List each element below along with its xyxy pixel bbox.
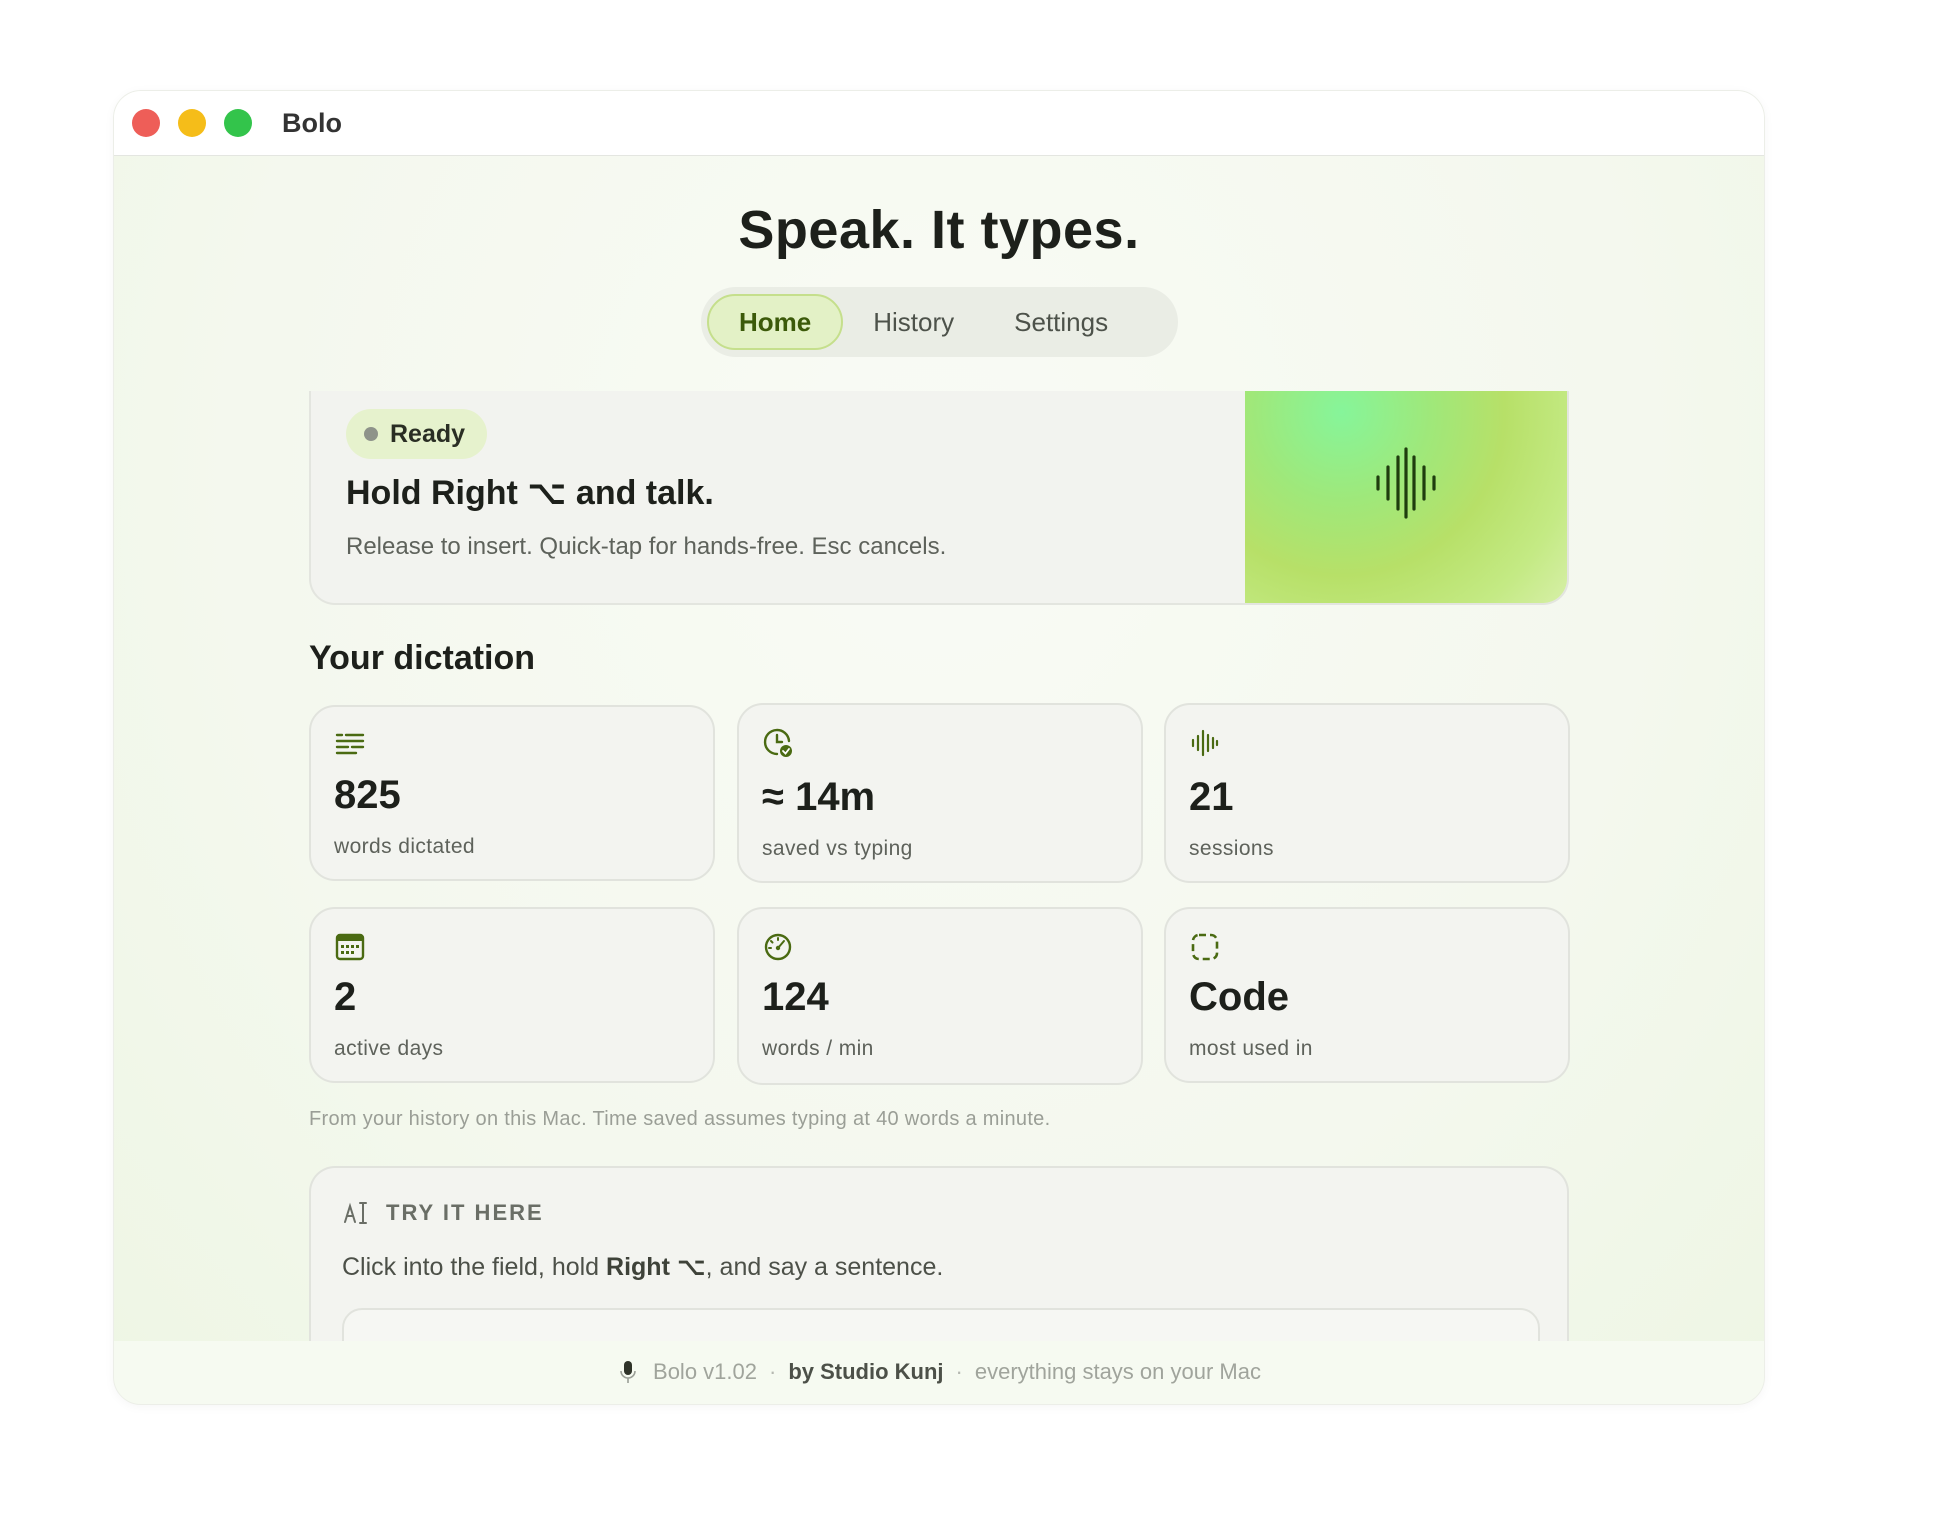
clock-check-icon xyxy=(763,728,792,757)
waveform-panel xyxy=(1245,391,1567,603)
status-badge: Ready xyxy=(346,409,488,459)
window-title: Bolo xyxy=(282,107,342,138)
stat-label: sessions xyxy=(1189,837,1274,860)
app-window: Bolo Speak. It types. Home History Setti… xyxy=(113,90,1765,1405)
speedometer-icon xyxy=(764,933,792,961)
tab-home[interactable]: Home xyxy=(707,294,844,350)
calendar-icon xyxy=(335,933,365,961)
footer-version: Bolo v1.02 xyxy=(653,1359,757,1384)
tab-history[interactable]: History xyxy=(843,294,984,350)
stat-card-words: 825 words dictated xyxy=(309,705,715,881)
stat-label: words / min xyxy=(762,1037,874,1060)
stat-value: 124 xyxy=(762,975,829,1019)
tab-bar: Home History Settings xyxy=(701,287,1178,357)
close-window-button[interactable] xyxy=(132,109,160,137)
footer-note: everything stays on your Mac xyxy=(974,1359,1261,1384)
stat-card-most-used: Code most used in xyxy=(1164,907,1570,1083)
stat-value: ≈ 14m xyxy=(762,775,876,819)
minimize-window-button[interactable] xyxy=(178,109,206,137)
section-title-dictation: Your dictation xyxy=(309,639,536,677)
stat-card-time-saved: ≈ 14m saved vs typing xyxy=(737,703,1143,883)
stat-value: 2 xyxy=(334,975,357,1019)
status-subtitle: Release to insert. Quick-tap for hands-f… xyxy=(346,533,947,560)
footer-by[interactable]: by Studio Kunj xyxy=(788,1359,943,1385)
stat-label: words dictated xyxy=(334,835,476,858)
try-it-header: TRY IT HERE xyxy=(344,1200,544,1226)
footer: Bolo v1.02 · by Studio Kunj · everything… xyxy=(114,1359,1764,1385)
try-it-instructions: Click into the field, hold Right ⌥, and … xyxy=(342,1253,944,1281)
stat-label: active days xyxy=(334,1037,444,1060)
dashed-square-icon xyxy=(1191,933,1219,961)
microphone-icon xyxy=(620,1361,636,1383)
page-title: Speak. It types. xyxy=(738,200,1140,260)
stat-value: 825 xyxy=(334,773,401,817)
stat-label: saved vs typing xyxy=(762,837,913,860)
text-lines-icon xyxy=(335,733,365,755)
footer-separator: · xyxy=(955,1359,963,1384)
footer-separator: · xyxy=(768,1359,777,1384)
zoom-window-button[interactable] xyxy=(224,109,252,137)
stat-value: Code xyxy=(1189,975,1289,1019)
status-card: Ready Hold Right ⌥ and talk. Release to … xyxy=(309,391,1569,605)
stats-footnote: From your history on this Mac. Time save… xyxy=(309,1108,1051,1130)
title-bar: Bolo xyxy=(114,91,1764,156)
stat-label: most used in xyxy=(1189,1037,1313,1060)
try-it-heading: TRY IT HERE xyxy=(386,1200,544,1225)
stat-value: 21 xyxy=(1189,775,1234,819)
text-cursor-icon xyxy=(344,1202,367,1224)
stat-card-sessions: 21 sessions xyxy=(1164,703,1570,883)
waveform-icon xyxy=(1376,447,1436,519)
waveform-icon xyxy=(1191,729,1219,757)
tab-settings[interactable]: Settings xyxy=(984,294,1138,350)
status-title: Hold Right ⌥ and talk. xyxy=(346,474,714,512)
stat-card-words-per-min: 124 words / min xyxy=(737,907,1143,1085)
stat-card-active-days: 2 active days xyxy=(309,907,715,1083)
status-badge-label: Ready xyxy=(390,419,466,448)
status-dot-icon xyxy=(364,427,378,441)
try-it-card: TRY IT HERE Click into the field, hold R… xyxy=(309,1166,1569,1366)
